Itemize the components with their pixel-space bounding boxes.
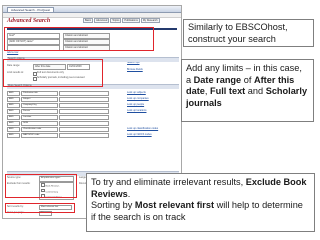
- field-input[interactable]: [59, 109, 109, 114]
- nav-advanced[interactable]: Advanced: [94, 18, 110, 23]
- nav-basic[interactable]: Basic: [83, 18, 94, 23]
- callout-paragraph: To try and eliminate irrelevant results,…: [91, 177, 310, 200]
- field-input[interactable]: [59, 103, 109, 108]
- add-row-link[interactable]: Add a row: [7, 51, 18, 55]
- field-select[interactable]: Person: [21, 109, 58, 114]
- page-title: Advanced Search: [7, 18, 51, 24]
- sort-highlight: [5, 203, 75, 213]
- look-up-naics-link[interactable]: Look up NAICS codes: [127, 133, 152, 137]
- field-select[interactable]: NAICS/SIC code: [21, 133, 58, 138]
- look-up-companies-link[interactable]: Look up companies: [127, 97, 149, 101]
- field-select[interactable]: Subject: [21, 97, 58, 102]
- operator-select[interactable]: AND: [7, 103, 20, 108]
- callout-limits: Add any limits – in this case, a Date ra…: [181, 59, 314, 122]
- look-up-subjects-link[interactable]: Look up subjects: [127, 91, 146, 95]
- operator-select[interactable]: AND: [7, 127, 20, 132]
- field-input[interactable]: [59, 97, 109, 102]
- callout-paragraph: Sorting by Most relevant first will help…: [91, 200, 310, 223]
- look-up-locations-link[interactable]: Look up locations: [127, 109, 146, 113]
- browser-tab-bar: Advanced Search - ProQuest: [3, 6, 181, 13]
- callout-text: and: [245, 86, 266, 96]
- operator-select[interactable]: AND: [7, 109, 20, 114]
- operator-select[interactable]: AND: [7, 115, 20, 120]
- field-select[interactable]: ISSN: [21, 121, 58, 126]
- callout-text: of: [241, 74, 254, 85]
- nav-publications[interactable]: Publications: [122, 18, 140, 23]
- field-select[interactable]: Company/Org: [21, 103, 58, 108]
- nav-my-research[interactable]: My Research: [140, 18, 160, 23]
- field-select[interactable]: Classification code: [21, 127, 58, 132]
- callout-text: .: [127, 188, 131, 199]
- field-input[interactable]: [59, 91, 109, 96]
- exclude-highlight: [5, 174, 77, 198]
- field-input[interactable]: [59, 115, 109, 120]
- callout-bold: Most relevant first: [134, 200, 215, 210]
- callout-bold: Full text: [210, 86, 246, 96]
- callout-text: Sorting by: [91, 200, 135, 210]
- nav-topics[interactable]: Topics: [110, 18, 122, 23]
- field-select[interactable]: Location: [21, 115, 58, 120]
- operator-select[interactable]: AND: [7, 91, 20, 96]
- browse-fields-link[interactable]: Browse Fields: [127, 68, 143, 72]
- callout-text: To try and eliminate irrelevant results,: [91, 177, 246, 187]
- field-input[interactable]: [59, 121, 109, 126]
- limits-highlight: [3, 59, 103, 87]
- operator-select[interactable]: AND: [7, 97, 20, 102]
- operator-select[interactable]: AND: [7, 133, 20, 138]
- callout-construct-search: Similarly to EBSCOhost, construct your s…: [183, 19, 314, 47]
- callout-text: Similarly to EBSCOhost, construct your s…: [188, 22, 288, 44]
- top-nav: Basic Advanced Topics Publications My Re…: [83, 18, 160, 23]
- look-up-people-link[interactable]: Look up people: [127, 103, 144, 107]
- callout-exclude-sort: To try and eliminate irrelevant results,…: [86, 173, 315, 232]
- browser-tab[interactable]: Advanced Search - ProQuest: [7, 7, 55, 12]
- search-highlight: [4, 27, 154, 51]
- field-select[interactable]: Publication title: [21, 91, 58, 96]
- look-up-class-link[interactable]: Look up classification codes: [127, 127, 158, 131]
- field-input[interactable]: [59, 133, 109, 138]
- operator-select[interactable]: AND: [7, 121, 20, 126]
- callout-bold: Date range: [193, 74, 242, 85]
- field-input[interactable]: [59, 127, 109, 132]
